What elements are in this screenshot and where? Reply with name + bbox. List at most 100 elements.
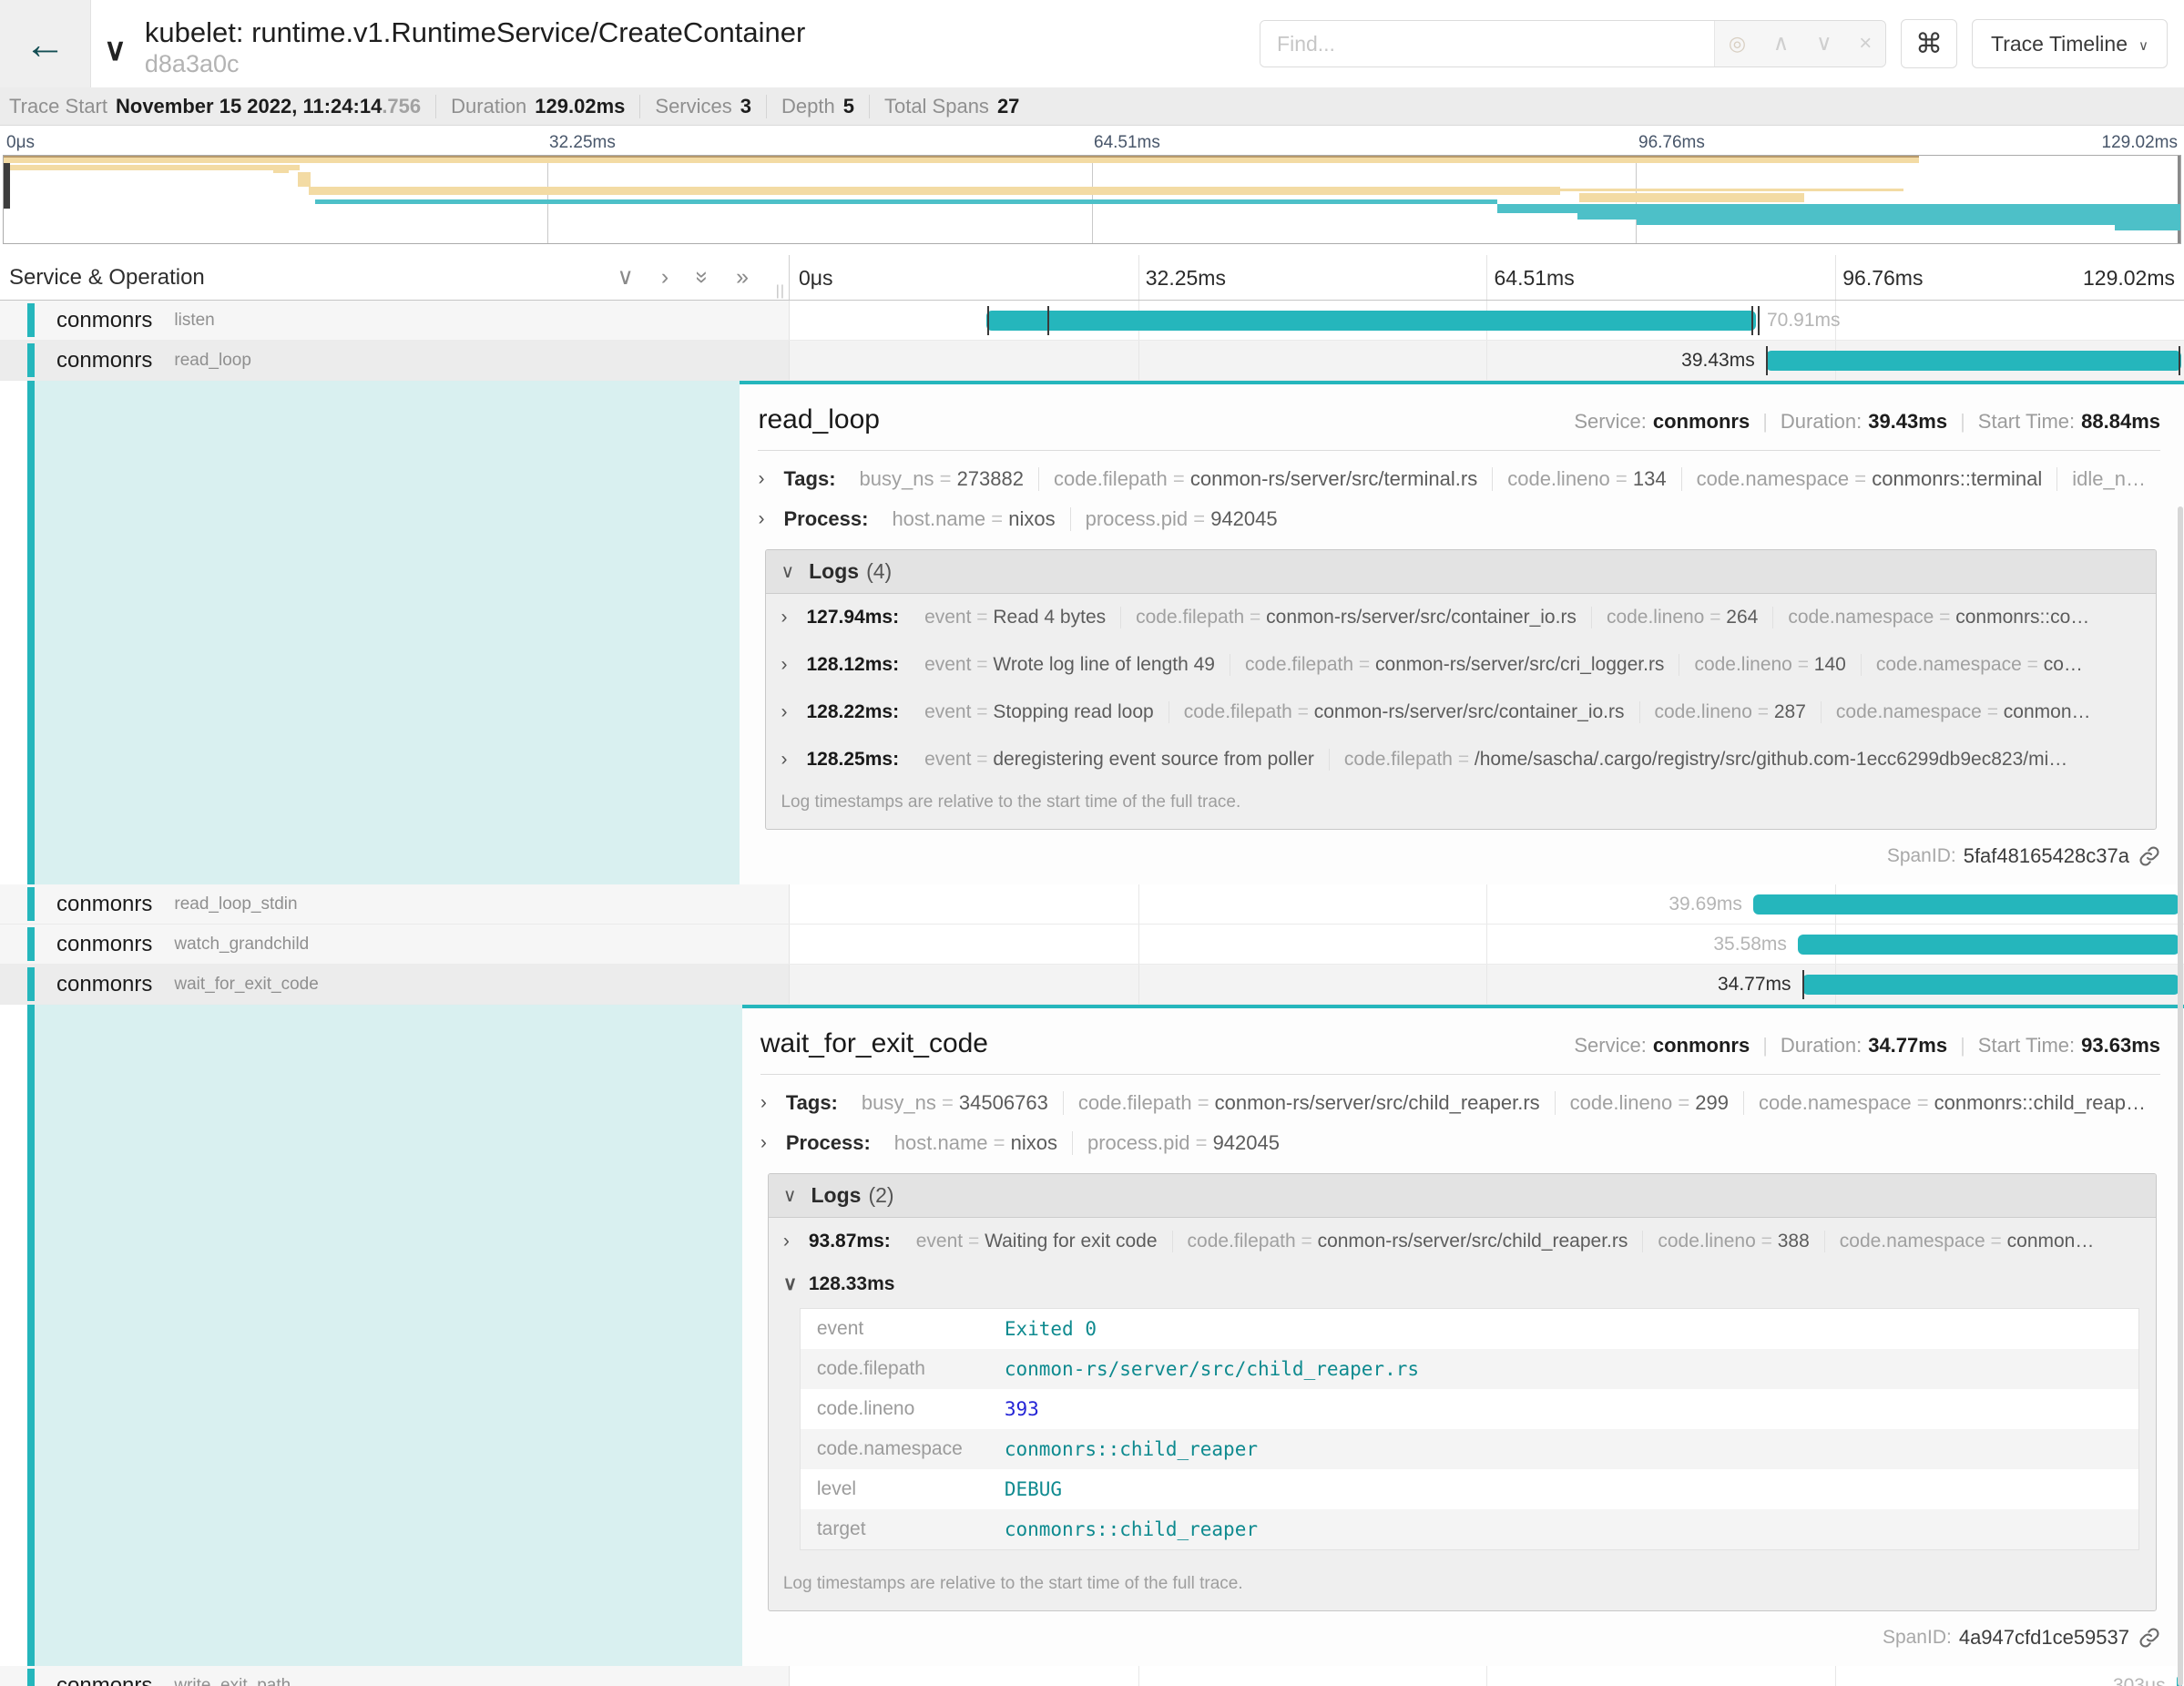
minimap-span-bar: [4, 158, 1919, 163]
service-label: Service:: [1574, 1034, 1646, 1058]
logs-box: ∨ Logs (2) › 93.87ms: event = Waiting fo…: [768, 1173, 2157, 1611]
keyboard-shortcuts-button[interactable]: ⌘: [1901, 19, 1957, 68]
log-entry[interactable]: › 128.12ms: event = Wrote log line of le…: [766, 641, 2156, 689]
span-detail-wait-for-exit-code: wait_for_exit_code Service:conmonrs | Du…: [0, 1005, 2184, 1666]
tags-row[interactable]: › Tags: busy_ns = 34506763 code.filepath…: [760, 1091, 2160, 1115]
timeline-grid-header: Service & Operation ∨ › » » || 0μs 32.25…: [0, 255, 2184, 301]
expand-all-icon[interactable]: »: [736, 266, 749, 289]
find-clear-icon[interactable]: ×: [1859, 33, 1872, 55]
span-timeline-cell[interactable]: 39.69ms: [790, 884, 2184, 924]
span-bar[interactable]: [1766, 351, 2181, 371]
span-name-cell[interactable]: conmonrs read_loop: [0, 341, 790, 380]
top-bar: ← ∨ kubelet: runtime.v1.RuntimeService/C…: [0, 0, 2184, 87]
span-duration-label: 303μs: [2113, 1666, 2177, 1686]
focus-target-icon[interactable]: ◎: [1729, 34, 1746, 54]
log-entry[interactable]: › 93.87ms: event = Waiting for exit code…: [769, 1218, 2156, 1265]
service-value: conmonrs: [1653, 1034, 1750, 1058]
detail-span-meta: Service:conmonrs | Duration:34.77ms | St…: [1574, 1034, 2160, 1058]
span-row-write-exit-path[interactable]: conmonrs write_exit_path 303μs: [0, 1666, 2184, 1686]
ruler-tick: 0μs: [799, 255, 833, 301]
process-label: Process:: [786, 1131, 871, 1155]
vertical-scrollbar[interactable]: [2178, 506, 2183, 1686]
service-color-bar: [27, 887, 35, 921]
logs-header[interactable]: ∨ Logs (2): [769, 1174, 2156, 1218]
detail-span-meta: Service:conmonrs | Duration:39.43ms | St…: [1574, 410, 2160, 434]
detail-content: wait_for_exit_code Service:conmonrs | Du…: [742, 1005, 2184, 1666]
minimap-span-bar: [1637, 220, 2181, 225]
duration-value: 39.43ms: [1868, 410, 1947, 434]
span-timeline-cell[interactable]: 35.58ms: [790, 925, 2184, 964]
minimap-canvas[interactable]: [3, 155, 2181, 244]
process-label: Process:: [783, 507, 868, 531]
start-time-value: 93.63ms: [2081, 1034, 2160, 1058]
span-timeline-cell[interactable]: 39.43ms: [790, 341, 2184, 380]
trace-summary-bar: Trace Start November 15 2022, 11:24:14.7…: [0, 87, 2184, 126]
span-timeline-cell[interactable]: 34.77ms: [790, 965, 2184, 1004]
column-resize-grip[interactable]: ||: [776, 283, 785, 300]
back-button[interactable]: ←: [0, 0, 91, 87]
span-timeline-cell[interactable]: 303μs: [790, 1666, 2184, 1686]
operation-name: wait_for_exit_code: [174, 975, 318, 995]
find-prev-icon[interactable]: ∧: [1773, 33, 1790, 55]
service-color-bar: [27, 381, 35, 884]
chevron-right-icon: ›: [781, 607, 795, 628]
link-icon[interactable]: [2138, 1627, 2160, 1649]
log-entry-expanded-header[interactable]: ∨ 128.33ms: [769, 1265, 2156, 1297]
span-row-read-loop-stdin[interactable]: conmonrs read_loop_stdin 39.69ms: [0, 884, 2184, 925]
tags-row[interactable]: › Tags: busy_ns = 273882 code.filepath =…: [758, 467, 2160, 491]
span-row-wait-for-exit-code[interactable]: conmonrs wait_for_exit_code 34.77ms: [0, 965, 2184, 1005]
link-icon[interactable]: [2138, 845, 2160, 867]
process-row[interactable]: › Process: host.name = nixos process.pid…: [758, 507, 2160, 531]
process-row[interactable]: › Process: host.name = nixos process.pid…: [760, 1131, 2160, 1155]
span-log-tick: [987, 306, 989, 335]
service-color-bar: [27, 303, 35, 337]
span-bar[interactable]: [1798, 935, 2179, 955]
span-name-cell[interactable]: conmonrs read_loop_stdin: [0, 884, 790, 924]
trace-view-page: ← ∨ kubelet: runtime.v1.RuntimeService/C…: [0, 0, 2184, 1686]
title-collapse-chevron-icon[interactable]: ∨: [95, 32, 136, 68]
selection-highlight: [35, 381, 740, 884]
service-name: conmonrs: [56, 972, 152, 997]
chevron-right-icon: ›: [758, 468, 772, 490]
chevron-down-icon: ∨: [783, 1272, 798, 1295]
span-bar[interactable]: [1753, 894, 2179, 915]
log-timestamp: 128.12ms:: [806, 654, 899, 676]
divider: [760, 1074, 2160, 1075]
logs-header[interactable]: ∨ Logs (4): [766, 550, 2156, 594]
minimap-span-bar: [2115, 220, 2180, 230]
total-spans-item: Total Spans 27: [870, 95, 1034, 118]
span-name-cell[interactable]: conmonrs listen: [0, 301, 790, 340]
span-bar[interactable]: [1802, 975, 2180, 995]
span-bar[interactable]: [986, 311, 1756, 331]
span-id-row: SpanID: 4a947cfd1ce59537: [760, 1626, 2160, 1650]
trace-start-value: November 15 2022, 11:24:14: [116, 95, 382, 118]
span-row-read-loop[interactable]: conmonrs read_loop 39.43ms: [0, 341, 2184, 381]
service-color-bar: [27, 343, 35, 377]
span-row-watch-grandchild[interactable]: conmonrs watch_grandchild 35.58ms: [0, 925, 2184, 965]
service-operation-title: Service & Operation: [0, 265, 205, 291]
find-next-icon[interactable]: ∨: [1816, 33, 1832, 55]
span-name-cell[interactable]: conmonrs write_exit_path: [0, 1666, 790, 1686]
span-name-cell[interactable]: conmonrs wait_for_exit_code: [0, 965, 790, 1004]
ruler-tick: 96.76ms: [1842, 255, 1923, 301]
collapse-all-icon[interactable]: »: [691, 271, 714, 284]
duration-label: Duration: [451, 95, 526, 118]
expand-one-icon[interactable]: ›: [661, 266, 668, 289]
table-row: code.lineno393: [801, 1389, 2138, 1429]
view-selector-dropdown[interactable]: Trace Timeline ∨: [1972, 19, 2168, 68]
log-entry[interactable]: › 128.22ms: event = Stopping read loop c…: [766, 689, 2156, 736]
find-input[interactable]: [1260, 21, 1714, 66]
span-duration-label: 34.77ms: [1718, 965, 1802, 1005]
span-row-listen[interactable]: conmonrs listen 70.91ms: [0, 301, 2184, 341]
span-name-cell[interactable]: conmonrs watch_grandchild: [0, 925, 790, 964]
log-entry[interactable]: › 127.94ms: event = Read 4 bytes code.fi…: [766, 594, 2156, 641]
top-bar-actions: ◎ ∧ ∨ × ⌘ Trace Timeline ∨: [1260, 19, 2184, 68]
collapse-one-icon[interactable]: ∨: [617, 266, 634, 289]
log-entry[interactable]: › 128.25ms: event = deregistering event …: [766, 736, 2156, 783]
minimap-left-handle[interactable]: [4, 156, 10, 209]
start-time-label: Start Time:: [1978, 410, 2075, 434]
span-timeline-cell[interactable]: 70.91ms: [790, 301, 2184, 340]
trace-start-ms: .756: [382, 95, 421, 118]
span-id-value: 5faf48165428c37a: [1964, 844, 2129, 868]
logs-label: Logs: [809, 559, 859, 584]
